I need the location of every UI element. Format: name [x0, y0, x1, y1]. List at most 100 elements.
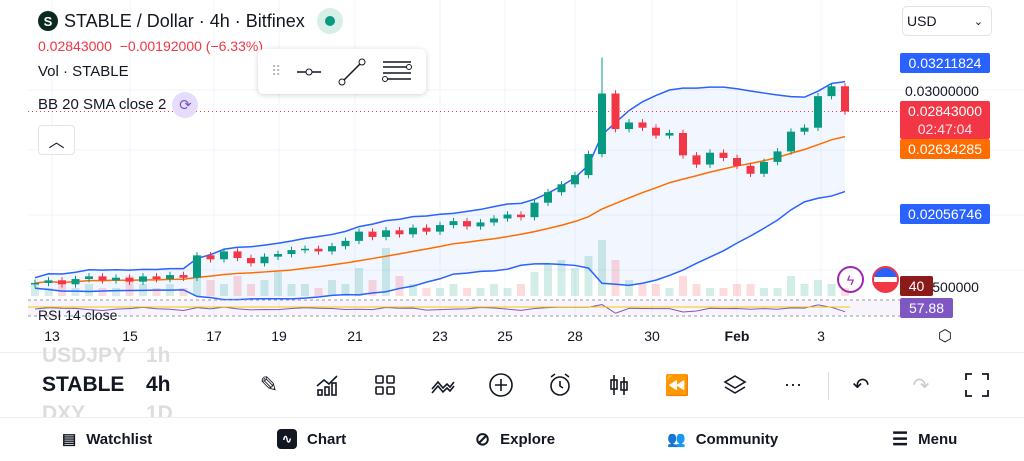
volume-bar [679, 276, 687, 296]
nav-menu[interactable]: ☰ Menu [892, 424, 957, 454]
us-flag-event-icon[interactable] [872, 266, 899, 293]
bb-legend[interactable]: BB 20 SMA close 2 ⟳ [38, 92, 199, 118]
parallel-lines-tool-icon[interactable] [381, 57, 413, 87]
candle [314, 248, 323, 252]
compare-icon[interactable] [428, 370, 458, 400]
current-symbol[interactable]: STABLE [42, 373, 124, 397]
candle [125, 277, 134, 282]
candle [476, 222, 485, 227]
chart-settings-icon[interactable]: ⬡ [938, 326, 952, 346]
replay-icon[interactable]: ⏪ [662, 370, 692, 400]
collapse-legend-button[interactable]: ︿ [38, 125, 75, 155]
candle-type-icon[interactable] [604, 370, 634, 400]
candle [841, 86, 849, 112]
redo-icon[interactable]: ↷ [906, 370, 936, 400]
volume-bar [301, 284, 309, 296]
candle [368, 231, 377, 237]
volume-bar [719, 288, 728, 296]
chart-title[interactable]: S STABLE / Dollar · 4h · Bitfinex [38, 8, 343, 34]
time-label: 21 [347, 328, 363, 344]
trend-line-tool-icon[interactable] [337, 57, 367, 87]
fullscreen-icon[interactable] [962, 370, 992, 400]
volume-bar [800, 284, 809, 296]
candle [584, 154, 593, 176]
volume-bar [814, 280, 822, 296]
compass-icon: ⊘ [475, 428, 491, 449]
candle [827, 86, 836, 97]
drag-handle-icon[interactable]: ⠿ [271, 63, 281, 80]
candle [773, 151, 782, 162]
drawing-toolbar: ⠿ [258, 49, 426, 94]
rsi-legend[interactable]: RSI 14 close [38, 307, 117, 323]
bar-countdown: 02:47:04 [917, 121, 973, 137]
nav-label: Menu [918, 430, 958, 448]
time-label: 19 [271, 328, 287, 344]
symbol-title: STABLE / Dollar · 4h · Bitfinex [64, 10, 305, 31]
volume-bar [692, 284, 701, 296]
horizontal-line-tool-icon[interactable] [295, 62, 323, 82]
lower-band-label: 0.02056746 [900, 204, 990, 224]
nav-explore[interactable]: ⊘ Explore [475, 424, 555, 454]
alert-clock-icon[interactable] [545, 370, 575, 400]
more-icon[interactable]: ⋯ [778, 370, 808, 400]
prev-symbol[interactable]: USDJPY [42, 344, 126, 362]
refresh-icon[interactable]: ⟳ [172, 92, 199, 118]
last-price: 0.02843000 [38, 38, 112, 54]
candle [800, 127, 809, 132]
current-interval[interactable]: 4h [146, 373, 171, 397]
candle [571, 175, 579, 185]
volume-bar [247, 284, 255, 296]
nav-label: Watchlist [86, 430, 153, 448]
volume-badge: 40 [900, 276, 933, 296]
nav-label: Chart [307, 430, 347, 448]
next-interval[interactable]: 1D [146, 402, 173, 418]
candle [112, 277, 120, 281]
time-label: 23 [432, 328, 448, 344]
volume-legend[interactable]: Vol · STABLE [38, 63, 129, 80]
candle [638, 122, 647, 128]
candle [503, 214, 512, 219]
chevron-down-icon: ⌄ [973, 15, 983, 28]
candle [557, 184, 566, 193]
candle [31, 282, 39, 285]
candle [139, 276, 147, 282]
nav-watchlist[interactable]: ▤ Watchlist [62, 424, 152, 454]
candle [220, 251, 228, 260]
candle [814, 96, 822, 128]
last-price-label: 0.02843000 02:47:04 [900, 101, 990, 139]
market-open-icon [316, 8, 343, 34]
candle [449, 221, 458, 226]
candle [355, 231, 363, 241]
layouts-icon[interactable] [370, 370, 400, 400]
prev-interval[interactable]: 1h [146, 344, 171, 362]
currency-select[interactable]: USD ⌄ [902, 6, 992, 36]
next-symbol[interactable]: DXY [42, 402, 85, 418]
volume-bar [436, 288, 444, 296]
candle [490, 218, 498, 223]
undo-icon[interactable]: ↶ [846, 370, 876, 400]
candle [436, 225, 444, 232]
nav-community[interactable]: 👥 Community [667, 424, 778, 454]
time-label: 13 [44, 328, 60, 344]
candle [679, 132, 687, 156]
lightning-event-icon[interactable]: ϟ [837, 266, 864, 293]
candle [98, 276, 107, 281]
candle [193, 255, 201, 278]
volume-bar [827, 284, 836, 296]
nav-chart[interactable]: ∿ Chart [277, 424, 346, 454]
volume-bar [625, 280, 633, 296]
volume-bar [422, 288, 431, 296]
volume-bar [611, 260, 620, 296]
nav-label: Explore [500, 430, 556, 448]
chart-icon: ∿ [277, 429, 297, 449]
draw-icon[interactable]: ✎ [254, 370, 284, 400]
add-icon[interactable] [486, 370, 516, 400]
layers-icon[interactable] [720, 370, 750, 400]
last-price-value: 0.02843000 [908, 103, 982, 119]
indicators-icon[interactable] [312, 370, 342, 400]
nav-label: Community [695, 430, 779, 448]
candle [260, 256, 269, 264]
time-label: Feb [724, 328, 750, 344]
volume-bar [71, 288, 80, 296]
candle [247, 257, 255, 264]
